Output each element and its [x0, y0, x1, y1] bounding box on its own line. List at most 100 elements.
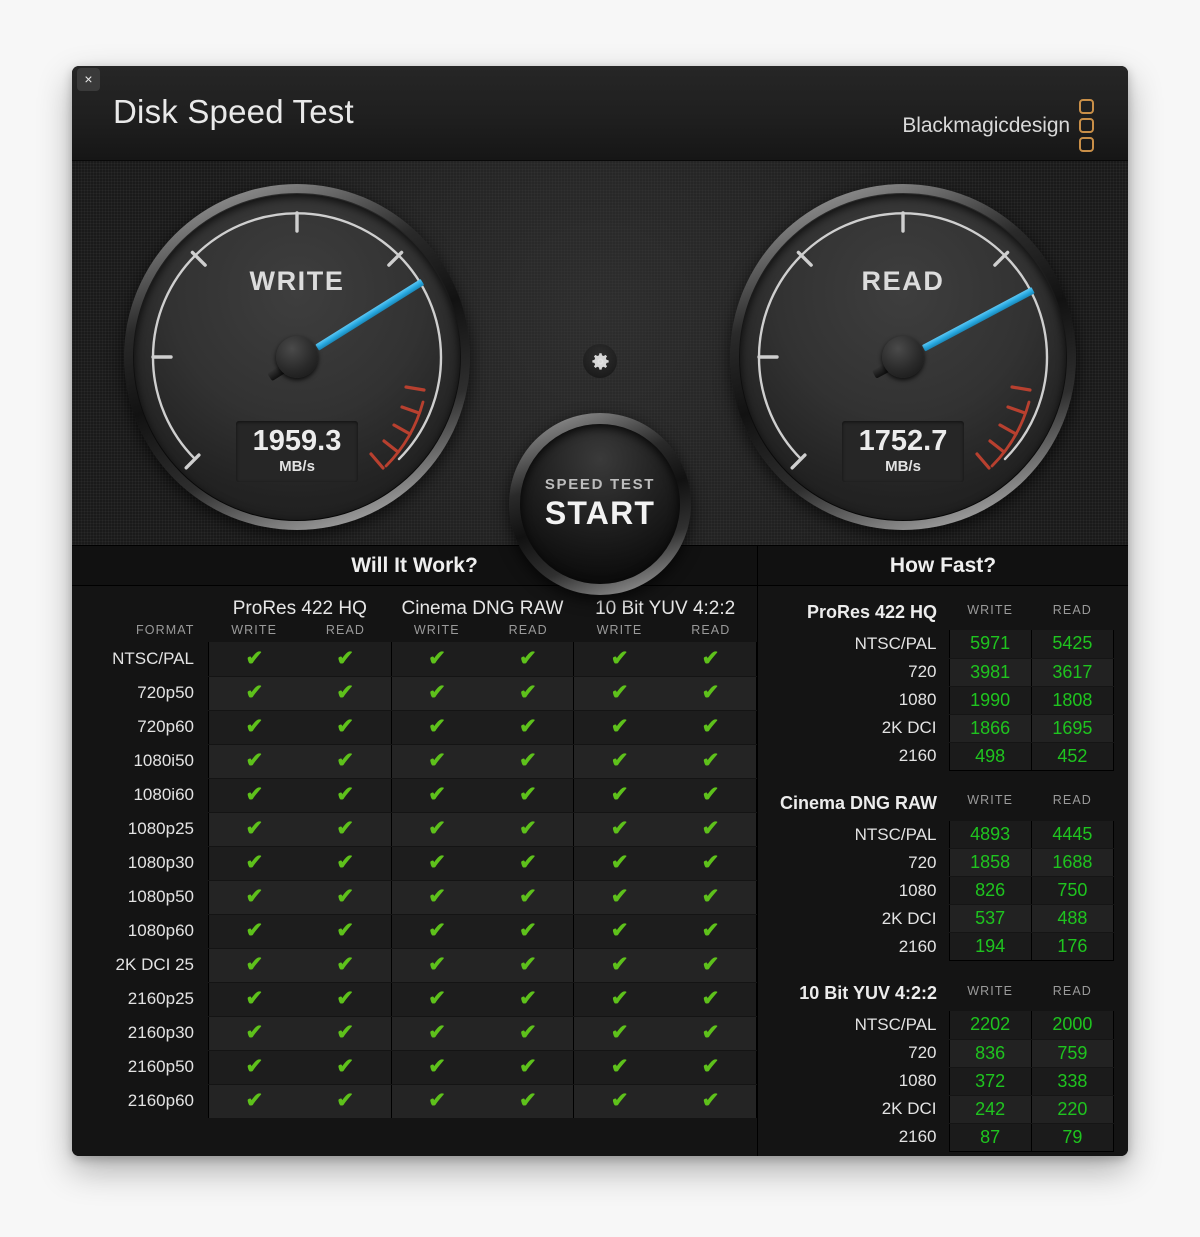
support-cell: ✔: [665, 880, 758, 915]
check-icon: ✔: [245, 817, 264, 840]
support-cell: ✔: [299, 948, 392, 983]
check-icon: ✔: [701, 1089, 720, 1112]
check-icon: ✔: [336, 783, 355, 806]
check-icon: ✔: [701, 646, 720, 670]
check-icon: ✔: [428, 783, 446, 806]
support-cell: ✔: [207, 642, 300, 677]
check-icon: ✔: [336, 919, 355, 942]
check-icon: ✔: [610, 1055, 629, 1078]
check-icon: ✔: [610, 681, 629, 704]
format-label: 1080p50: [127, 887, 194, 906]
write-speed-value: 3981: [948, 658, 1032, 687]
check-icon: ✔: [428, 851, 446, 874]
how-fast-column-header: READ: [1052, 793, 1092, 807]
support-cell: ✔: [299, 914, 392, 949]
check-icon: ✔: [428, 715, 446, 738]
write-speed-value: 372: [948, 1067, 1032, 1096]
check-icon: ✔: [245, 851, 264, 874]
support-cell: ✔: [665, 846, 758, 881]
read-speed-value: 1695: [1030, 714, 1115, 743]
support-cell: ✔: [390, 1050, 483, 1085]
table-row: 720p60 ✔ ✔ ✔ ✔ ✔ ✔: [72, 710, 758, 745]
support-cell: ✔: [299, 642, 392, 677]
table-row: 720p50 ✔ ✔ ✔ ✔ ✔ ✔: [72, 676, 758, 711]
column-header-yuv-read: READ: [691, 623, 731, 637]
check-icon: ✔: [245, 749, 264, 772]
check-icon: ✔: [610, 953, 629, 976]
speed-test-start-button[interactable]: SPEED TEST START: [509, 413, 691, 595]
write-speed-value: 1990: [948, 686, 1032, 715]
read-speed-value: 750: [1030, 876, 1115, 905]
check-icon: ✔: [336, 681, 355, 704]
format-label: 1080p25: [127, 819, 194, 838]
gear-icon[interactable]: [583, 344, 617, 378]
check-icon: ✔: [701, 953, 720, 976]
table-row: 2160 194 176: [764, 932, 1115, 961]
how-fast-header-row: ProRes 422 HQ WRITE READ: [764, 596, 1114, 630]
table-row: 2160p50 ✔ ✔ ✔ ✔ ✔ ✔: [72, 1050, 758, 1085]
support-cell: ✔: [573, 778, 666, 813]
support-cell: ✔: [665, 812, 758, 847]
check-icon: ✔: [428, 953, 446, 976]
write-speed-value: 87: [948, 1123, 1032, 1152]
check-icon: ✔: [428, 646, 446, 670]
support-cell: ✔: [299, 846, 392, 881]
resolution-label: 720: [908, 662, 937, 681]
check-icon: ✔: [519, 681, 537, 704]
read-gauge-hub: [882, 336, 924, 378]
group-header-spacer: [72, 588, 208, 623]
format-label: 2160p50: [127, 1057, 194, 1076]
check-icon: ✔: [701, 1055, 720, 1078]
resolution-label: 1080: [898, 690, 937, 709]
support-cell: ✔: [299, 778, 392, 813]
table-row: 720 3981 3617: [764, 658, 1115, 687]
support-cell: ✔: [482, 642, 574, 677]
support-cell: ✔: [390, 1016, 483, 1051]
support-cell: ✔: [482, 1050, 574, 1085]
resolution-label: 2K DCI: [881, 908, 937, 928]
check-icon: ✔: [245, 783, 264, 806]
check-icon: ✔: [428, 749, 446, 772]
support-cell: ✔: [207, 880, 300, 915]
check-icon: ✔: [519, 885, 537, 908]
column-header-cinemadng-read: READ: [508, 623, 548, 637]
read-speed-value: 220: [1030, 1095, 1115, 1124]
gauge-panel: WRITE 1959.3 MB/s READ 1752.7 MB/s SPEED…: [72, 161, 1128, 595]
read-gauge: READ 1752.7 MB/s: [730, 184, 1076, 530]
write-speed-value: 1858: [948, 848, 1032, 877]
support-cell: ✔: [482, 710, 574, 745]
check-icon: ✔: [336, 953, 355, 976]
check-icon: ✔: [428, 1089, 446, 1112]
table-row: 1080p50 ✔ ✔ ✔ ✔ ✔ ✔: [72, 880, 758, 915]
group-header-cinemadng: Cinema DNG RAW: [401, 598, 564, 619]
close-icon[interactable]: ×: [77, 68, 100, 91]
format-label: 1080p30: [127, 853, 194, 872]
support-cell: ✔: [573, 1050, 666, 1085]
table-row: 2K DCI 537 488: [764, 904, 1115, 933]
check-icon: ✔: [245, 646, 264, 670]
check-icon: ✔: [610, 1089, 629, 1112]
check-icon: ✔: [519, 919, 537, 942]
read-unit: MB/s: [885, 458, 921, 475]
support-cell: ✔: [207, 948, 300, 983]
how-fast-table: 10 Bit YUV 4:2:2 WRITE READ NTSC/PAL 2202 200…: [764, 977, 1115, 1152]
how-fast-table: ProRes 422 HQ WRITE READ NTSC/PAL 5971 5425 72…: [764, 596, 1115, 771]
table-row: 720 836 759: [764, 1039, 1115, 1068]
how-fast-column-header: WRITE: [967, 602, 1014, 617]
support-cell: ✔: [573, 948, 666, 983]
check-icon: ✔: [519, 1021, 537, 1044]
support-cell: ✔: [390, 676, 483, 711]
support-cell: ✔: [207, 744, 300, 779]
check-icon: ✔: [245, 919, 264, 942]
check-icon: ✔: [519, 817, 537, 840]
check-icon: ✔: [610, 715, 629, 738]
support-cell: ✔: [482, 1084, 574, 1119]
check-icon: ✔: [610, 646, 629, 670]
table-row: 2160p60 ✔ ✔ ✔ ✔ ✔ ✔: [72, 1084, 758, 1119]
check-icon: ✔: [701, 885, 720, 908]
check-icon: ✔: [519, 715, 537, 738]
table-row: 1080 372 338: [764, 1067, 1115, 1096]
work-group-header-row: ProRes 422 HQ Cinema DNG RAW 10 Bit YUV …: [72, 588, 757, 623]
table-row: 1080 826 750: [764, 876, 1115, 905]
read-speed-value: 176: [1030, 932, 1115, 961]
